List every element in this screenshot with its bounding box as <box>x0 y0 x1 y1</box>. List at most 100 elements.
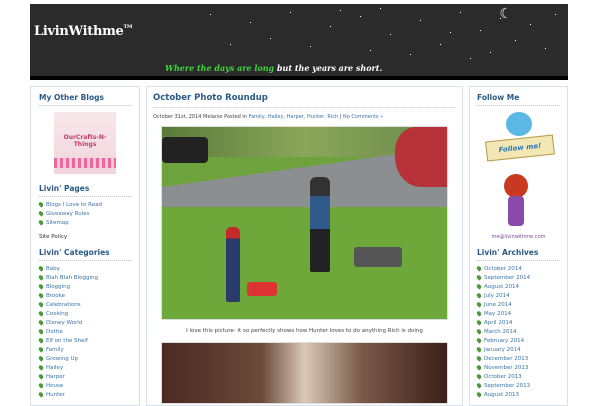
category-link[interactable]: Brooke <box>37 292 131 301</box>
star-decoration <box>380 8 381 9</box>
my-other-blogs-title: My Other Blogs <box>39 93 131 106</box>
archive-link[interactable]: March 2014 <box>475 328 560 337</box>
star-decoration <box>460 12 461 13</box>
archive-link[interactable]: October 2014 <box>475 265 560 274</box>
category-link-label: Hailey <box>46 365 64 371</box>
category-link-label: Brooke <box>46 293 66 299</box>
star-decoration <box>390 34 391 35</box>
photo-red-bush <box>395 127 447 187</box>
livin-archives-title: Livin' Archives <box>477 248 560 261</box>
star-decoration <box>330 26 331 27</box>
archive-link[interactable]: December 2013 <box>475 355 560 364</box>
archive-link[interactable]: June 2014 <box>475 301 560 310</box>
header-banner[interactable]: LivinWithmeTM ☾ Where the days are long … <box>30 4 568 80</box>
leaf-bullet-icon <box>475 346 483 353</box>
star-decoration <box>370 50 371 51</box>
category-link-label: Elf on the Shelf <box>46 338 88 344</box>
star-decoration <box>530 24 531 25</box>
leaf-bullet-icon <box>475 355 483 362</box>
category-link-label: Dottie <box>46 329 63 335</box>
category-link[interactable]: Elf on the Shelf <box>37 337 131 346</box>
category-link[interactable]: Baby <box>37 265 131 274</box>
post-category-links[interactable]: Family, Hailey, Harper, Hunter, Rich <box>249 114 339 120</box>
star-decoration <box>230 44 231 45</box>
star-decoration <box>340 10 341 11</box>
logo-trademark: TM <box>123 24 133 30</box>
right-sidebar: Follow Me Follow me! me@livinwithme.com … <box>469 86 568 406</box>
category-link[interactable]: Disney World <box>37 319 131 328</box>
star-decoration <box>290 12 291 13</box>
category-link[interactable]: Dottie <box>37 328 131 337</box>
comments-link[interactable]: No Comments » <box>343 114 383 120</box>
star-decoration <box>310 46 311 47</box>
leaf-bullet-icon <box>475 328 483 335</box>
leaf-bullet-icon <box>37 319 45 326</box>
archive-link[interactable]: September 2014 <box>475 274 560 283</box>
archive-link-label: September 2014 <box>484 275 531 281</box>
category-link-label: Blogging <box>46 284 71 290</box>
page-link-sitemap[interactable]: Sitemap <box>37 219 131 228</box>
moon-icon: ☾ <box>499 6 512 22</box>
left-sidebar: My Other Blogs OurCrafts-N-Things Livin'… <box>30 86 140 406</box>
archive-link[interactable]: May 2014 <box>475 310 560 319</box>
site-tagline: Where the days are long but the years ar… <box>165 63 382 73</box>
author-avatar[interactable] <box>494 174 544 234</box>
category-link[interactable]: Hailey <box>37 364 131 373</box>
pages-list: Blogs I Love to Read Giveaway Rules Site… <box>37 201 131 228</box>
archive-link[interactable]: October 2013 <box>475 373 560 382</box>
category-link[interactable]: Celebrations <box>37 301 131 310</box>
page-link-blogs-i-love[interactable]: Blogs I Love to Read <box>37 201 131 210</box>
category-link-label: House <box>46 383 64 389</box>
archive-link[interactable]: January 2014 <box>475 346 560 355</box>
category-link[interactable]: Blah Blah Blogging <box>37 274 131 283</box>
leaf-bullet-icon <box>37 301 45 308</box>
category-link[interactable]: Family <box>37 346 131 355</box>
leaf-bullet-icon <box>475 283 483 290</box>
category-link[interactable]: Hunter <box>37 391 131 400</box>
post-author: Melanie <box>203 114 223 120</box>
leaf-bullet-icon <box>475 301 483 308</box>
page-link-giveaway-rules[interactable]: Giveaway Rules <box>37 210 131 219</box>
site-policy-link[interactable]: Site Policy <box>39 234 131 240</box>
archive-link[interactable]: September 2013 <box>475 382 560 391</box>
email-link[interactable]: me@livinwithme.com <box>477 234 560 240</box>
category-link[interactable]: Cooking <box>37 310 131 319</box>
archive-link-label: February 2014 <box>484 338 525 344</box>
category-link[interactable]: House <box>37 382 131 391</box>
leaf-bullet-icon <box>37 346 45 353</box>
archive-link-label: October 2014 <box>484 266 522 272</box>
leaf-bullet-icon <box>37 274 45 281</box>
photo-lawn <box>162 207 447 319</box>
leaf-bullet-icon <box>37 201 45 208</box>
meta-separator: | <box>339 114 342 120</box>
avatar-body <box>507 196 524 226</box>
category-link[interactable]: Harper <box>37 373 131 382</box>
star-decoration <box>545 48 546 49</box>
category-link-label: Disney World <box>46 320 83 326</box>
archive-link[interactable]: April 2014 <box>475 319 560 328</box>
site-logo[interactable]: LivinWithmeTM <box>34 24 132 39</box>
post-title[interactable]: October Photo Roundup <box>153 93 456 108</box>
category-link[interactable]: Growing Up <box>37 355 131 364</box>
archive-link[interactable]: July 2014 <box>475 292 560 301</box>
logo-text: LivinWithme <box>34 24 124 39</box>
archive-link-label: September 2013 <box>484 383 531 389</box>
archive-link[interactable]: August 2013 <box>475 391 560 400</box>
archive-link-label: December 2013 <box>484 356 529 362</box>
twitter-follow-badge[interactable]: Follow me! <box>484 112 555 166</box>
photo-car <box>162 137 208 163</box>
follow-me-title: Follow Me <box>477 93 560 106</box>
ourcrafts-blog-thumbnail[interactable]: OurCrafts-N-Things <box>54 112 116 174</box>
leaf-bullet-icon <box>37 283 45 290</box>
blog-thumb-label: OurCrafts-N-Things <box>63 134 107 148</box>
category-link-label: Growing Up <box>46 356 79 362</box>
archive-link[interactable]: August 2014 <box>475 283 560 292</box>
star-decoration <box>490 52 491 53</box>
post-photo-second <box>161 342 448 404</box>
leaf-bullet-icon <box>475 337 483 344</box>
category-link[interactable]: Blogging <box>37 283 131 292</box>
archive-link[interactable]: November 2013 <box>475 364 560 373</box>
archive-link[interactable]: February 2014 <box>475 337 560 346</box>
leaf-bullet-icon <box>475 364 483 371</box>
follow-me-tag: Follow me! <box>484 134 555 162</box>
